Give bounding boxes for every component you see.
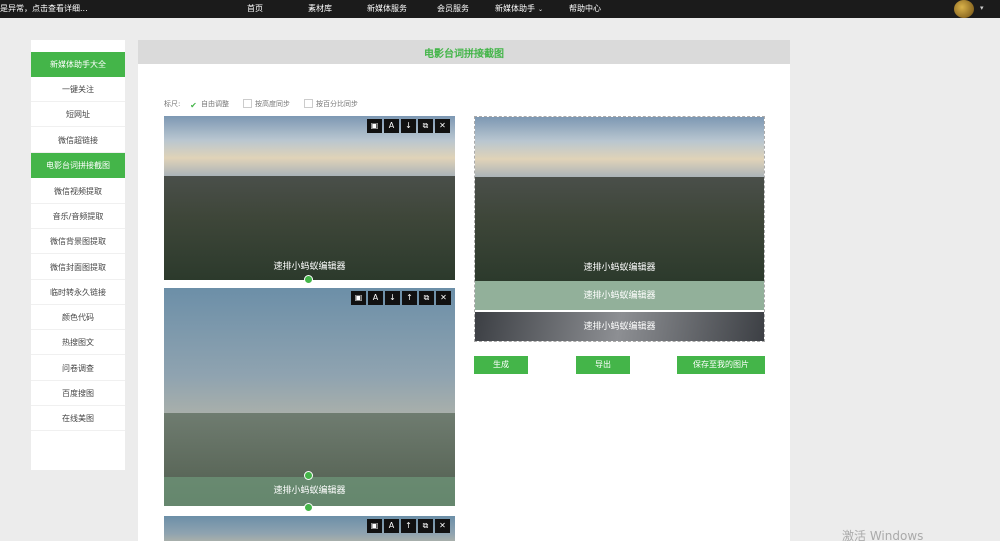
nav-media-assistant-label: 新媒体助手: [495, 4, 535, 13]
text-icon[interactable]: A: [384, 119, 399, 133]
arrow-down-icon[interactable]: ↓: [401, 119, 416, 133]
option-free-adjust-label: 自由调整: [201, 100, 229, 108]
sidebar-item-audio-extract[interactable]: 音乐/音频提取: [31, 204, 125, 229]
close-icon[interactable]: ✕: [435, 519, 450, 533]
sidebar-item-video-extract[interactable]: 微信视频提取: [31, 179, 125, 204]
resize-handle[interactable]: [304, 471, 313, 480]
sidebar-item-online-photo-edit[interactable]: 在线美图: [31, 406, 125, 431]
copy-icon[interactable]: ⧉: [419, 291, 434, 305]
check-icon[interactable]: ✔: [189, 102, 198, 111]
sidebar-item-wechat-hyperlink[interactable]: 微信超链接: [31, 128, 125, 153]
arrow-up-icon[interactable]: ↑: [401, 519, 416, 533]
ruler-label: 标尺:: [164, 100, 181, 108]
sidebar-item-color-code[interactable]: 颜色代码: [31, 305, 125, 330]
sidebar-item-baidu-image-search[interactable]: 百度搜图: [31, 381, 125, 406]
chevron-down-icon: ⌄: [538, 6, 544, 13]
text-icon[interactable]: A: [384, 519, 399, 533]
image-icon[interactable]: ▣: [351, 291, 366, 305]
sidebar: 新媒体助手大全 一键关注 短网址 微信超链接 电影台词拼接截图 微信视频提取 音…: [31, 40, 125, 470]
sidebar-item-media-assistant-all[interactable]: 新媒体助手大全: [31, 52, 125, 77]
image-icon[interactable]: ▣: [367, 119, 382, 133]
generate-button[interactable]: 生成: [474, 356, 528, 374]
page-title: 电影台词拼接截图: [424, 49, 504, 60]
sidebar-item-hot-articles[interactable]: 热搜图文: [31, 330, 125, 355]
resize-handle[interactable]: [304, 503, 313, 512]
option-percent-sync-label: 按百分比同步: [316, 100, 358, 108]
lake-pavilion-image: [164, 288, 455, 413]
option-free-adjust[interactable]: ✔ 自由调整: [189, 99, 229, 111]
option-height-sync-label: 按高度同步: [255, 100, 290, 108]
panel-header: 电影台词拼接截图: [138, 40, 790, 64]
activation-watermark: 激活 Windows: [842, 529, 924, 541]
sidebar-item-survey[interactable]: 问卷调查: [31, 356, 125, 381]
arrow-down-icon[interactable]: ↓: [385, 291, 400, 305]
editor-image-1[interactable]: 速排小蚂蚁编辑器 ▣ A ↓ ⧉ ✕: [164, 116, 455, 280]
caption-text: 速排小蚂蚁编辑器: [583, 322, 656, 332]
option-percent-sync[interactable]: 按百分比同步: [304, 99, 358, 109]
close-icon[interactable]: ✕: [436, 291, 451, 305]
image-toolbar: ▣ A ↓ ⧉ ✕: [367, 119, 450, 133]
editor-image-3[interactable]: ▣ A ↑ ⧉ ✕: [164, 516, 455, 541]
nav-media-services[interactable]: 新媒体服务: [367, 3, 407, 14]
nav-material-library[interactable]: 素材库: [308, 3, 332, 14]
caption-text: 速排小蚂蚁编辑器: [583, 263, 656, 273]
image-toolbar: ▣ A ↑ ⧉ ✕: [367, 519, 450, 533]
sidebar-item-temp-to-permanent[interactable]: 临时转永久链接: [31, 280, 125, 305]
option-height-sync[interactable]: 按高度同步: [243, 99, 290, 109]
nav-media-assistant[interactable]: 新媒体助手 ⌄: [495, 3, 543, 14]
city-skyline-image: [475, 117, 764, 177]
nav-home[interactable]: 首页: [247, 3, 263, 14]
image-icon[interactable]: ▣: [367, 519, 382, 533]
nav-help-center[interactable]: 帮助中心: [569, 3, 601, 14]
sidebar-item-movie-lines-stitch[interactable]: 电影台词拼接截图: [31, 153, 125, 178]
export-button[interactable]: 导出: [576, 356, 630, 374]
main-panel: 电影台词拼接截图 标尺: ✔ 自由调整 按高度同步 按百分比同步 速排小蚂蚁编辑器…: [138, 40, 790, 541]
nav-member-services[interactable]: 会员服务: [437, 3, 469, 14]
copy-icon[interactable]: ⧉: [418, 519, 433, 533]
checkbox[interactable]: [243, 99, 252, 108]
caption-text[interactable]: 速排小蚂蚁编辑器: [164, 477, 455, 506]
sidebar-item-one-click-follow[interactable]: 一键关注: [31, 77, 125, 102]
preview-image: 速排小蚂蚁编辑器 速排小蚂蚁编辑器 速排小蚂蚁编辑器: [474, 116, 765, 342]
resize-handle[interactable]: [304, 275, 313, 284]
notice-link[interactable]: 是异常，点击查看详细...: [0, 3, 88, 14]
sidebar-item-background-extract[interactable]: 微信背景图提取: [31, 229, 125, 254]
close-icon[interactable]: ✕: [435, 119, 450, 133]
image-toolbar: ▣ A ↓ ↑ ⧉ ✕: [351, 291, 451, 305]
text-icon[interactable]: A: [368, 291, 383, 305]
caption-text: 速排小蚂蚁编辑器: [475, 281, 764, 311]
sidebar-item-short-url[interactable]: 短网址: [31, 102, 125, 127]
sidebar-item-cover-extract[interactable]: 微信封面图提取: [31, 255, 125, 280]
copy-icon[interactable]: ⧉: [418, 119, 433, 133]
caption-text[interactable]: 速排小蚂蚁编辑器: [164, 259, 455, 272]
checkbox[interactable]: [304, 99, 313, 108]
save-to-my-images-button[interactable]: 保存至我的图片: [677, 356, 765, 374]
top-navbar: 是异常，点击查看详细... 首页 素材库 新媒体服务 会员服务 新媒体助手 ⌄ 帮…: [0, 0, 1000, 18]
arrow-up-icon[interactable]: ↑: [402, 291, 417, 305]
caret-down-icon[interactable]: ▾: [980, 4, 984, 12]
avatar[interactable]: [954, 0, 974, 18]
